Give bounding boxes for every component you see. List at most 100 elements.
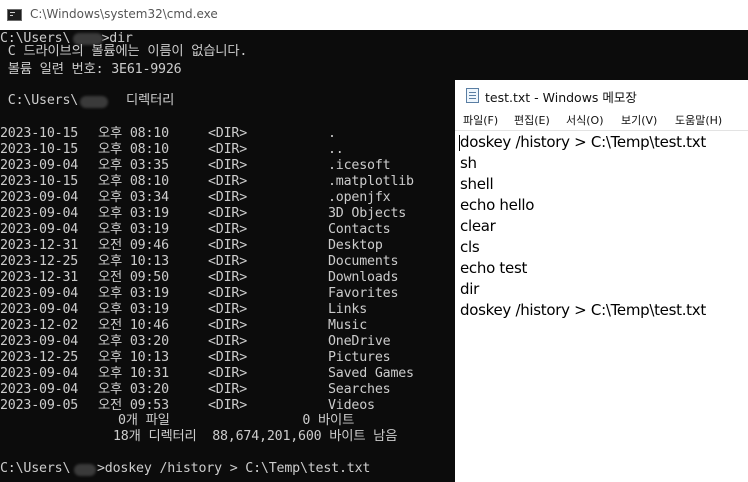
cmd-window-title: C:\Windows\system32\cmd.exe (30, 7, 218, 21)
entry-time: 오후 08:10 (98, 126, 169, 141)
entry-date: 2023-12-31 (0, 238, 79, 253)
entry-name: Favorites (328, 286, 399, 301)
entry-type: <DIR> (208, 126, 248, 141)
entry-name: 3D Objects (328, 206, 407, 221)
entry-name: .icesoft (328, 158, 391, 173)
notepad-text-line: shell (460, 175, 494, 193)
entry-date: 2023-09-04 (0, 382, 79, 397)
entry-type: <DIR> (208, 366, 248, 381)
entry-date: 2023-09-04 (0, 334, 79, 349)
entry-name: Documents (328, 254, 399, 269)
entry-date: 2023-09-04 (0, 206, 79, 221)
notepad-titlebar[interactable]: test.txt - Windows 메모장 (455, 80, 748, 110)
entry-name: Searches (328, 382, 391, 397)
entry-name: Desktop (328, 238, 383, 253)
entry-name: Pictures (328, 350, 391, 365)
last-command-line[interactable]: >doskey /history > C:\Temp\test.txt (97, 461, 370, 477)
entry-type: <DIR> (208, 206, 248, 221)
entry-date: 2023-09-04 (0, 302, 79, 317)
dir-header-suffix: 디렉터리 (126, 93, 175, 108)
notepad-icon (466, 88, 479, 103)
entry-time: 오후 03:20 (98, 382, 169, 397)
entry-type: <DIR> (208, 286, 248, 301)
entry-name: Music (328, 318, 368, 333)
entry-time: 오전 09:50 (98, 270, 169, 285)
entry-type: <DIR> (208, 158, 248, 173)
menu-format[interactable]: 서식(O) (566, 112, 603, 128)
entry-time: 오전 10:46 (98, 318, 169, 333)
entry-type: <DIR> (208, 334, 248, 349)
entry-type: <DIR> (208, 318, 248, 333)
entry-time: 오후 03:19 (98, 222, 169, 237)
entry-date: 2023-09-04 (0, 190, 79, 205)
notepad-text-line: echo test (460, 259, 528, 277)
entry-time: 오후 03:19 (98, 206, 169, 221)
dir-header-prefix: C:\Users\ (0, 93, 79, 108)
notepad-text-line: sh (460, 154, 477, 172)
entry-time: 오후 10:13 (98, 350, 169, 365)
menu-view[interactable]: 보기(V) (621, 112, 657, 128)
entry-date: 2023-12-25 (0, 350, 79, 365)
entry-type: <DIR> (208, 238, 248, 253)
entry-name: Contacts (328, 222, 391, 237)
entry-date: 2023-10-15 (0, 126, 79, 141)
entry-time: 오전 09:53 (98, 398, 169, 413)
entry-name: .openjfx (328, 190, 391, 205)
notepad-text-line: clear (460, 217, 496, 235)
entry-name: OneDrive (328, 334, 391, 349)
console-app-icon (7, 9, 22, 21)
notepad-text-area[interactable]: doskey /history > C:\Temp\test.txt sh shel… (455, 131, 748, 482)
entry-name: Saved Games (328, 366, 414, 381)
entry-time: 오전 09:46 (98, 238, 169, 253)
notepad-text-line: dir (460, 280, 479, 298)
notepad-window-title: test.txt - Windows 메모장 (485, 90, 637, 105)
entry-time: 오후 03:19 (98, 302, 169, 317)
summary-files: 0개 파일 0 바이트 (118, 413, 355, 428)
entry-time: 오후 03:19 (98, 286, 169, 301)
notepad-text-line: cls (460, 238, 480, 256)
notepad-text-line: echo hello (460, 196, 535, 214)
entry-name: . (328, 126, 336, 141)
entry-date: 2023-10-15 (0, 174, 79, 189)
entry-name: Downloads (328, 270, 399, 285)
entry-type: <DIR> (208, 302, 248, 317)
entry-name: Videos (328, 398, 375, 413)
entry-type: <DIR> (208, 270, 248, 285)
entry-type: <DIR> (208, 190, 248, 205)
entry-type: <DIR> (208, 174, 248, 189)
redacted-username (74, 464, 96, 476)
entry-name: .matplotlib (328, 174, 414, 189)
entry-type: <DIR> (208, 254, 248, 269)
entry-type: <DIR> (208, 350, 248, 365)
entry-name: Links (328, 302, 368, 317)
menu-file[interactable]: 파일(F) (463, 112, 498, 128)
notepad-window[interactable]: test.txt - Windows 메모장 파일(F) 편집(E) 서식(O)… (455, 80, 748, 482)
entry-time: 오후 03:20 (98, 334, 169, 349)
volume-serial-line: 볼륨 일련 번호: 3E61-9926 (0, 62, 182, 77)
entry-date: 2023-09-04 (0, 286, 79, 301)
entry-time: 오후 03:34 (98, 190, 169, 205)
entry-date: 2023-10-15 (0, 142, 79, 157)
menu-help[interactable]: 도움말(H) (675, 112, 722, 128)
entry-time: 오후 03:35 (98, 158, 169, 173)
entry-date: 2023-09-05 (0, 398, 79, 413)
entry-time: 오후 08:10 (98, 174, 169, 189)
entry-type: <DIR> (208, 142, 248, 157)
entry-date: 2023-12-31 (0, 270, 79, 285)
entry-time: 오후 10:31 (98, 366, 169, 381)
entry-name: .. (328, 142, 344, 157)
menu-edit[interactable]: 편집(E) (514, 112, 550, 128)
entry-time: 오후 10:13 (98, 254, 169, 269)
entry-date: 2023-09-04 (0, 222, 79, 237)
volume-label-line: C 드라이브의 볼륨에는 이름이 없습니다. (0, 44, 248, 59)
entry-date: 2023-09-04 (0, 158, 79, 173)
entry-date: 2023-12-25 (0, 254, 79, 269)
entry-date: 2023-09-04 (0, 366, 79, 381)
notepad-text-line: doskey /history > C:\Temp\test.txt (460, 133, 706, 151)
notepad-text-line: doskey /history > C:\Temp\test.txt (460, 301, 706, 319)
entry-date: 2023-12-02 (0, 318, 79, 333)
entry-type: <DIR> (208, 222, 248, 237)
entry-type: <DIR> (208, 398, 248, 413)
cmd-titlebar[interactable]: C:\Windows\system32\cmd.exe (0, 0, 748, 30)
entry-type: <DIR> (208, 382, 248, 397)
